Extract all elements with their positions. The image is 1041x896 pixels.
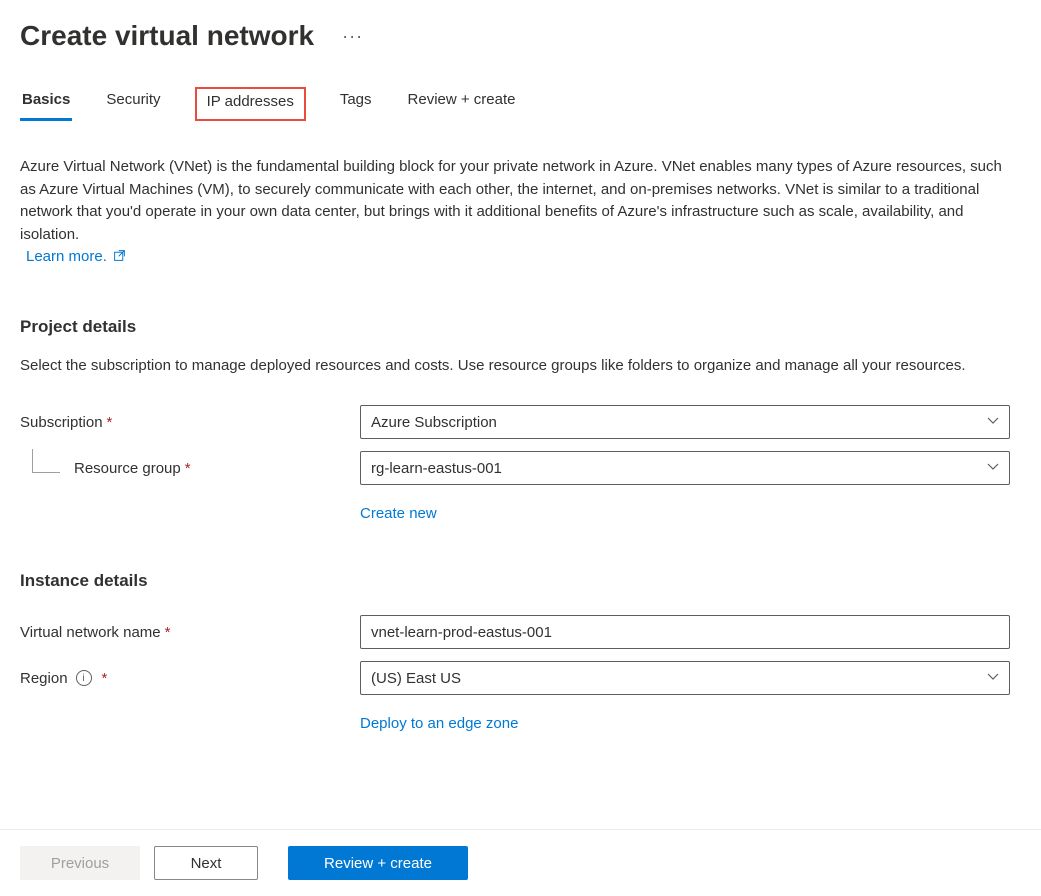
resource-group-label: Resource group * <box>20 460 360 477</box>
tab-review-create[interactable]: Review + create <box>406 87 518 121</box>
page-header: Create virtual network ··· <box>20 20 1021 52</box>
region-label: Region i * <box>20 670 360 687</box>
external-link-icon <box>113 247 126 268</box>
required-indicator: * <box>185 460 191 477</box>
region-dropdown[interactable]: (US) East US <box>360 661 1010 695</box>
review-create-button[interactable]: Review + create <box>288 846 468 880</box>
create-new-link[interactable]: Create new <box>360 505 437 522</box>
region-row: Region i * (US) East US <box>20 661 1021 695</box>
vnet-name-input[interactable] <box>360 615 1010 649</box>
resource-group-row: Resource group * rg-learn-eastus-001 <box>20 451 1021 485</box>
required-indicator: * <box>107 414 113 431</box>
subscription-label: Subscription * <box>20 414 360 431</box>
footer: Previous Next Review + create <box>0 829 1041 896</box>
resource-group-dropdown[interactable]: rg-learn-eastus-001 <box>360 451 1010 485</box>
chevron-down-icon <box>987 414 999 431</box>
chevron-down-icon <box>987 460 999 477</box>
learn-more-link[interactable]: Learn more. <box>26 246 126 269</box>
indent-connector-icon <box>32 449 60 473</box>
more-icon[interactable]: ··· <box>342 26 363 47</box>
description-text: Azure Virtual Network (VNet) is the fund… <box>20 156 1021 269</box>
next-button[interactable]: Next <box>154 846 258 880</box>
chevron-down-icon <box>987 670 999 687</box>
tabs: Basics Security IP addresses Tags Review… <box>20 87 1021 121</box>
tab-ip-addresses[interactable]: IP addresses <box>195 87 306 121</box>
tab-tags[interactable]: Tags <box>338 87 374 121</box>
deploy-edge-link[interactable]: Deploy to an edge zone <box>360 715 518 732</box>
page-title: Create virtual network <box>20 20 314 52</box>
required-indicator: * <box>165 624 171 641</box>
tab-security[interactable]: Security <box>104 87 162 121</box>
vnet-name-label: Virtual network name * <box>20 624 360 641</box>
project-details-description: Select the subscription to manage deploy… <box>20 355 1021 378</box>
tab-basics[interactable]: Basics <box>20 87 72 121</box>
instance-details-title: Instance details <box>20 571 1021 591</box>
vnet-name-row: Virtual network name * <box>20 615 1021 649</box>
info-icon[interactable]: i <box>76 670 92 686</box>
subscription-dropdown[interactable]: Azure Subscription <box>360 405 1010 439</box>
project-details-title: Project details <box>20 317 1021 337</box>
previous-button[interactable]: Previous <box>20 846 140 880</box>
required-indicator: * <box>102 670 108 687</box>
subscription-row: Subscription * Azure Subscription <box>20 405 1021 439</box>
